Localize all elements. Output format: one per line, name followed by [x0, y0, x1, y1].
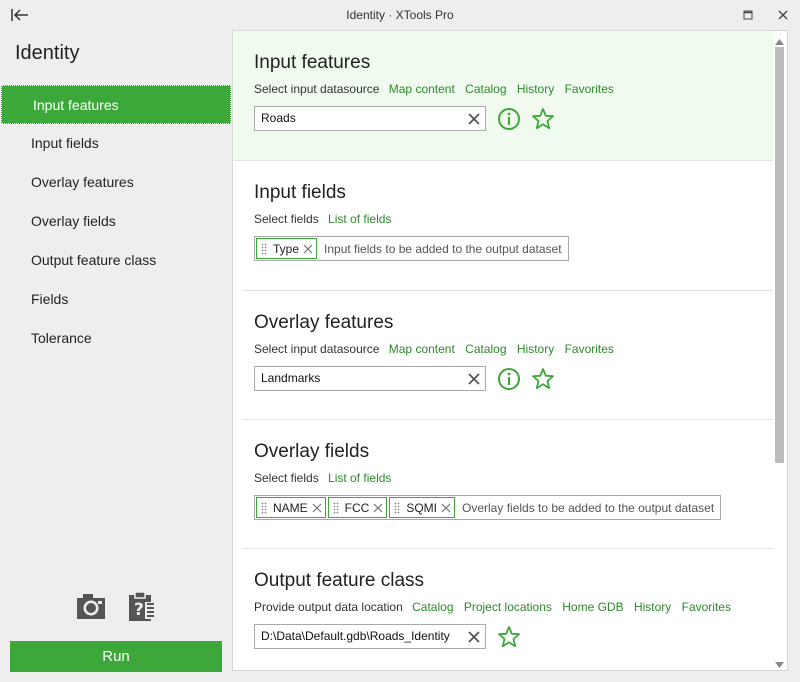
nav-item-fields[interactable]: Fields: [0, 280, 232, 319]
section-input-fields: Input fields Select fields List of field…: [243, 161, 773, 291]
fields-links: Select fields List of fields: [254, 211, 773, 233]
link-map-content[interactable]: Map content: [389, 82, 455, 96]
link-history[interactable]: History: [517, 342, 554, 356]
link-favorites[interactable]: Favorites: [682, 600, 731, 614]
output-feature-class-value: D:\Data\Default.gdb\Roads_Identity: [261, 629, 450, 643]
field-tag-label: NAME: [273, 500, 308, 515]
info-icon[interactable]: [497, 367, 521, 391]
output-feature-class-field[interactable]: D:\Data\Default.gdb\Roads_Identity: [254, 624, 486, 649]
remove-tag-icon[interactable]: [373, 503, 383, 513]
drag-handle-icon[interactable]: [261, 502, 267, 514]
section-output-feature-class: Output feature class Provide output data…: [243, 549, 773, 670]
nav-item-tolerance[interactable]: Tolerance: [0, 319, 232, 358]
link-catalog[interactable]: Catalog: [465, 342, 506, 356]
fields-links: Select fields List of fields: [254, 470, 773, 492]
field-tag[interactable]: FCC: [327, 497, 388, 518]
link-catalog[interactable]: Catalog: [465, 82, 506, 96]
overlay-fields-tagbox[interactable]: NAME FCC SQMI Overlay fields to be added…: [254, 495, 722, 520]
link-favorites[interactable]: Favorites: [565, 342, 614, 356]
nav-item-overlay-fields[interactable]: Overlay fields: [0, 202, 232, 241]
remove-tag-icon[interactable]: [441, 503, 451, 513]
nav-item-overlay-features[interactable]: Overlay features: [0, 163, 232, 202]
link-map-content[interactable]: Map content: [389, 342, 455, 356]
link-home-gdb[interactable]: Home GDB: [562, 600, 623, 614]
clear-icon[interactable]: [467, 111, 481, 125]
remove-tag-icon[interactable]: [303, 244, 313, 254]
scroll-thumb[interactable]: [775, 47, 784, 463]
clear-icon[interactable]: [467, 371, 481, 385]
scroll-down-icon[interactable]: [774, 658, 785, 668]
camera-icon[interactable]: [75, 590, 107, 622]
field-tag[interactable]: SQMI: [389, 497, 456, 518]
drag-handle-icon[interactable]: [333, 502, 339, 514]
link-project-locations[interactable]: Project locations: [464, 600, 552, 614]
run-button[interactable]: Run: [10, 641, 222, 672]
datasource-prompt: Select input datasource: [254, 342, 380, 356]
drag-handle-icon[interactable]: [394, 502, 400, 514]
bottom-toolbar: ?: [75, 590, 165, 622]
datasource-links: Select input datasource Map content Cata…: [254, 341, 773, 363]
sidebar-nav: Input features Input fields Overlay feat…: [0, 85, 232, 358]
output-location-prompt: Provide output data location: [254, 600, 403, 614]
fields-prompt: Select fields: [254, 212, 319, 226]
favorite-star-icon[interactable]: [531, 107, 555, 131]
remove-tag-icon[interactable]: [312, 503, 322, 513]
section-title: Overlay fields: [254, 441, 370, 462]
field-tag-label: FCC: [344, 500, 370, 515]
overlay-features-value: Landmarks: [261, 371, 321, 385]
overlay-features-field[interactable]: Landmarks: [254, 366, 486, 391]
link-history[interactable]: History: [517, 82, 554, 96]
field-tag[interactable]: NAME: [256, 497, 326, 518]
input-features-field[interactable]: Roads: [254, 106, 486, 131]
link-catalog[interactable]: Catalog: [412, 600, 453, 614]
svg-text:?: ?: [134, 600, 144, 620]
datasource-links: Select input datasource Map content Cata…: [254, 81, 773, 103]
section-title: Overlay features: [254, 312, 394, 333]
vertical-scrollbar[interactable]: [771, 30, 788, 671]
favorite-star-icon[interactable]: [531, 367, 555, 391]
field-tag-label: Type: [273, 241, 300, 256]
clear-icon[interactable]: [467, 629, 481, 643]
clipboard-help-icon[interactable]: ?: [125, 590, 157, 622]
window-title: Identity · XTools Pro: [346, 8, 454, 22]
section-title: Input fields: [254, 182, 346, 203]
nav-item-output-feature-class[interactable]: Output feature class: [0, 241, 232, 280]
link-history[interactable]: History: [634, 600, 671, 614]
drag-handle-icon[interactable]: [261, 243, 267, 255]
scroll-up-icon[interactable]: [774, 35, 785, 45]
field-tag-label: SQMI: [406, 500, 438, 515]
section-input-features: Input features Select input datasource M…: [234, 31, 773, 161]
title-bar: Identity · XTools Pro: [0, 0, 800, 30]
favorite-star-icon[interactable]: [497, 625, 521, 649]
datasource-prompt: Select input datasource: [254, 82, 380, 96]
input-fields-tagbox[interactable]: Type Input fields to be added to the out…: [254, 236, 569, 261]
output-location-links: Provide output data location Catalog Pro…: [254, 599, 773, 621]
section-title: Input features: [254, 52, 371, 73]
input-features-value: Roads: [261, 111, 296, 125]
maximize-icon[interactable]: [740, 7, 756, 23]
close-icon[interactable]: [775, 7, 791, 23]
link-favorites[interactable]: Favorites: [565, 82, 614, 96]
nav-heading: Identity: [15, 42, 80, 64]
fields-prompt: Select fields: [254, 471, 319, 485]
section-title: Output feature class: [254, 570, 425, 591]
info-icon[interactable]: [497, 107, 521, 131]
section-overlay-fields: Overlay fields Select fields List of fie…: [243, 420, 773, 549]
nav-item-input-fields[interactable]: Input fields: [0, 124, 232, 163]
link-list-of-fields[interactable]: List of fields: [328, 471, 391, 485]
section-overlay-features: Overlay features Select input datasource…: [243, 291, 773, 420]
tagbox-placeholder: Overlay fields to be added to the output…: [462, 500, 715, 515]
field-tag[interactable]: Type: [256, 238, 318, 259]
tagbox-placeholder: Input fields to be added to the output d…: [324, 241, 562, 256]
main-panel: Input features Select input datasource M…: [232, 30, 788, 671]
link-list-of-fields[interactable]: List of fields: [328, 212, 391, 226]
nav-item-input-features[interactable]: Input features: [1, 85, 231, 124]
